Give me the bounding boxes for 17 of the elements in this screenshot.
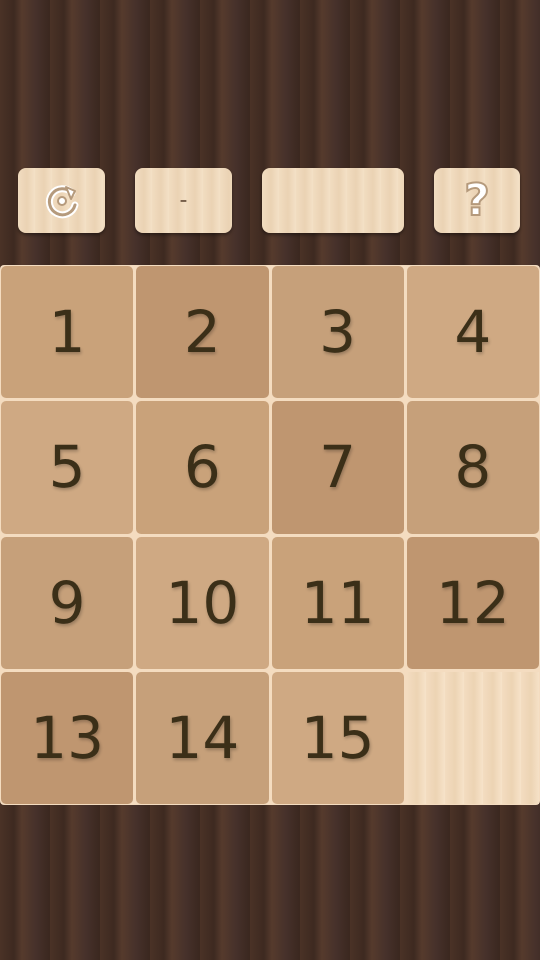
number-tile[interactable]: 8 — [406, 401, 539, 534]
number-tile[interactable]: 13 — [1, 672, 134, 804]
number-tile[interactable]: 3 — [272, 266, 404, 398]
number-tile[interactable]: 4 — [406, 266, 539, 398]
number-tile[interactable]: 14 — [136, 672, 268, 804]
number-tile[interactable]: 10 — [136, 536, 268, 669]
number-tile[interactable]: 11 — [272, 536, 404, 669]
restart-button[interactable] — [18, 168, 105, 233]
number-tile[interactable]: 5 — [1, 401, 134, 534]
number-tile[interactable]: 6 — [136, 401, 268, 534]
number-tile[interactable]: 12 — [406, 536, 539, 669]
number-tile[interactable]: 9 — [1, 536, 134, 669]
number-tile[interactable]: 1 — [1, 266, 134, 398]
number-tile[interactable]: 7 — [272, 401, 404, 534]
move-counter: - — [135, 168, 232, 233]
number-tile[interactable]: 15 — [272, 672, 404, 804]
number-tile[interactable]: 2 — [136, 266, 268, 398]
